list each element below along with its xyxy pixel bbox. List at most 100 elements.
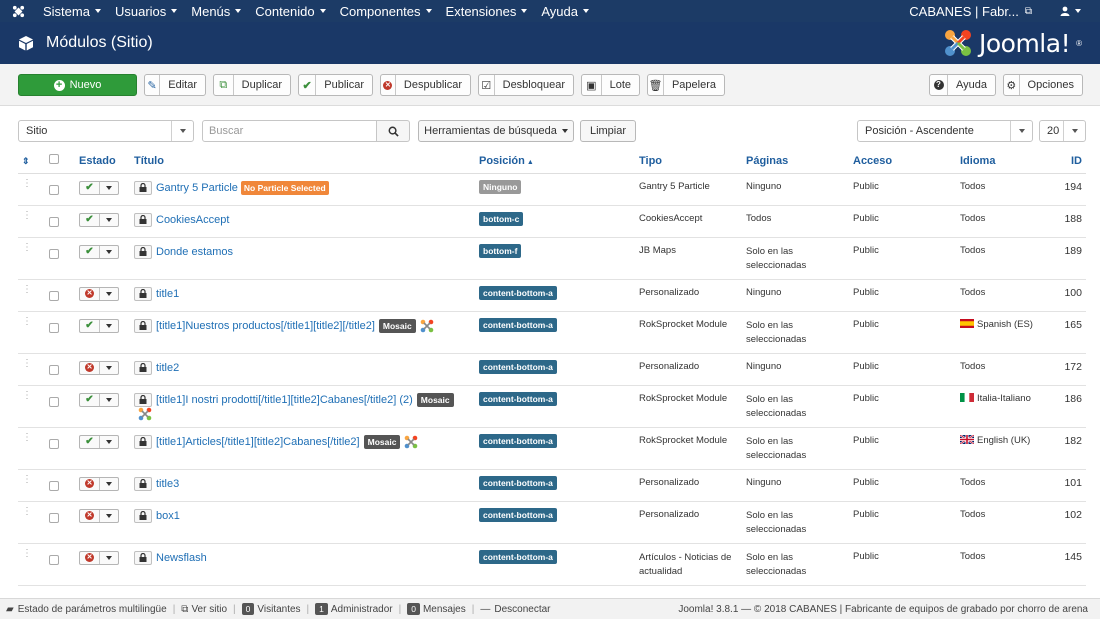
multilang-status-link[interactable]: ▰ Estado de parámetros multilingüe [0, 604, 173, 615]
position-badge[interactable]: content-bottom-a [479, 549, 557, 564]
access-column-header[interactable]: Acceso [849, 149, 956, 174]
duplicate-button[interactable]: ⧉ Duplicar [213, 74, 291, 96]
row-checkbox[interactable] [49, 364, 59, 375]
actions-dropdown-toggle[interactable] [100, 182, 118, 194]
row-checkbox[interactable] [49, 396, 59, 407]
actions-dropdown-toggle[interactable] [100, 436, 118, 448]
visitors-indicator[interactable]: 0 Visitantes [236, 603, 307, 615]
actions-dropdown-toggle[interactable] [100, 214, 118, 226]
position-column-header[interactable]: Posición ▲ [475, 149, 635, 174]
lock-icon[interactable] [134, 434, 152, 449]
options-button[interactable]: ⚙ Opciones [1003, 74, 1083, 96]
lock-icon[interactable] [134, 476, 152, 491]
drag-handle[interactable]: ⋮ [18, 385, 45, 428]
module-title-link[interactable]: Gantry 5 Particle [156, 182, 238, 194]
module-title-link[interactable]: Newsflash [156, 552, 207, 564]
module-title-link[interactable]: [title1]Articles[/title1][title2]Cabanes… [156, 436, 360, 448]
status-column-header[interactable]: Estado [75, 149, 130, 174]
position-badge[interactable]: bottom-f [479, 243, 522, 258]
lock-icon[interactable] [134, 360, 152, 375]
actions-dropdown-toggle[interactable] [100, 362, 118, 374]
drag-handle[interactable]: ⋮ [18, 173, 45, 206]
checkin-button[interactable]: ☑ Desbloquear [478, 74, 574, 96]
row-checkbox[interactable] [49, 216, 59, 227]
drag-handle[interactable]: ⋮ [18, 353, 45, 386]
edit-button[interactable]: ✎ Editar [144, 74, 206, 96]
help-button[interactable]: ? Ayuda [929, 74, 996, 96]
unpublished-icon[interactable]: ✕ [80, 361, 100, 374]
lock-icon[interactable] [134, 550, 152, 565]
drag-handle[interactable]: ⋮ [18, 237, 45, 280]
position-badge[interactable]: content-bottom-a [479, 475, 557, 490]
actions-dropdown-toggle[interactable] [100, 510, 118, 522]
view-site-link[interactable]: ⧉ Ver sitio [175, 604, 233, 615]
site-link[interactable]: CABANES | Fabr... ⧉ [902, 4, 1039, 19]
position-badge[interactable]: content-bottom-a [479, 433, 557, 448]
module-title-link[interactable]: title3 [156, 478, 179, 490]
lock-icon[interactable] [134, 318, 152, 333]
module-title-link[interactable]: title1 [156, 288, 179, 300]
unpublished-icon[interactable]: ✕ [80, 551, 100, 564]
menu-menus[interactable]: Menús [184, 4, 248, 19]
title-column-header[interactable]: Título [130, 149, 475, 174]
lock-icon[interactable] [134, 392, 152, 407]
row-checkbox[interactable] [49, 554, 59, 565]
position-badge[interactable]: content-bottom-a [479, 317, 557, 332]
lock-icon[interactable] [134, 508, 152, 523]
module-title-link[interactable]: CookiesAccept [156, 214, 229, 226]
row-checkbox[interactable] [49, 438, 59, 449]
published-check-icon[interactable]: ✔ [80, 319, 100, 332]
published-check-icon[interactable]: ✔ [80, 181, 100, 194]
unpublished-icon[interactable]: ✕ [80, 509, 100, 522]
lock-icon[interactable] [134, 286, 152, 301]
lock-icon[interactable] [134, 244, 152, 259]
row-checkbox[interactable] [49, 184, 59, 195]
position-badge[interactable]: Ninguno [479, 179, 522, 194]
actions-dropdown-toggle[interactable] [100, 552, 118, 564]
unpublished-icon[interactable]: ✕ [80, 287, 100, 300]
position-badge[interactable]: content-bottom-a [479, 285, 557, 300]
ordering-select[interactable]: Posición - Ascendente [857, 120, 1033, 142]
drag-handle[interactable]: ⋮ [18, 543, 45, 586]
published-check-icon[interactable]: ✔ [80, 213, 100, 226]
language-column-header[interactable]: Idioma [956, 149, 1046, 174]
row-checkbox[interactable] [49, 248, 59, 259]
id-column-header[interactable]: ID [1046, 149, 1086, 174]
trash-button[interactable]: 🗑 Papelera [647, 74, 725, 96]
messages-indicator[interactable]: 0 Mensajes [401, 603, 472, 615]
drag-handle[interactable]: ⋮ [18, 427, 45, 470]
search-tools-button[interactable]: Herramientas de búsqueda [418, 120, 574, 142]
menu-contenido[interactable]: Contenido [248, 4, 332, 19]
actions-dropdown-toggle[interactable] [100, 478, 118, 490]
row-checkbox[interactable] [49, 322, 59, 333]
drag-handle[interactable]: ⋮ [18, 205, 45, 238]
drag-handle[interactable]: ⋮ [18, 279, 45, 312]
clear-button[interactable]: Limpiar [580, 120, 636, 142]
ordering-column-header[interactable]: ⇕ [18, 149, 45, 174]
menu-ayuda[interactable]: Ayuda [534, 4, 596, 19]
pages-column-header[interactable]: Páginas [742, 149, 849, 174]
joomla-menu-icon[interactable] [0, 5, 36, 18]
actions-dropdown-toggle[interactable] [100, 320, 118, 332]
row-checkbox[interactable] [49, 512, 59, 523]
search-button[interactable] [377, 120, 410, 142]
drag-handle[interactable]: ⋮ [18, 501, 45, 544]
published-check-icon[interactable]: ✔ [80, 245, 100, 258]
drag-handle[interactable]: ⋮ [18, 469, 45, 502]
lock-icon[interactable] [134, 212, 152, 227]
module-title-link[interactable]: [title1]I nostri prodotti[/title1][title… [156, 394, 413, 406]
row-checkbox[interactable] [49, 480, 59, 491]
search-input[interactable] [202, 120, 377, 142]
unpublished-icon[interactable]: ✕ [80, 477, 100, 490]
unpublish-button[interactable]: ✕ Despublicar [380, 74, 471, 96]
module-title-link[interactable]: [title1]Nuestros productos[/title1][titl… [156, 320, 375, 332]
module-title-link[interactable]: Donde estamos [156, 246, 233, 258]
position-badge[interactable]: bottom-c [479, 211, 524, 226]
admin-indicator[interactable]: 1 Administrador [309, 603, 398, 615]
row-checkbox[interactable] [49, 290, 59, 301]
menu-componentes[interactable]: Componentes [333, 4, 439, 19]
position-badge[interactable]: content-bottom-a [479, 359, 557, 374]
lock-icon[interactable] [134, 180, 152, 195]
actions-dropdown-toggle[interactable] [100, 288, 118, 300]
logout-link[interactable]: — Desconectar [474, 604, 556, 615]
